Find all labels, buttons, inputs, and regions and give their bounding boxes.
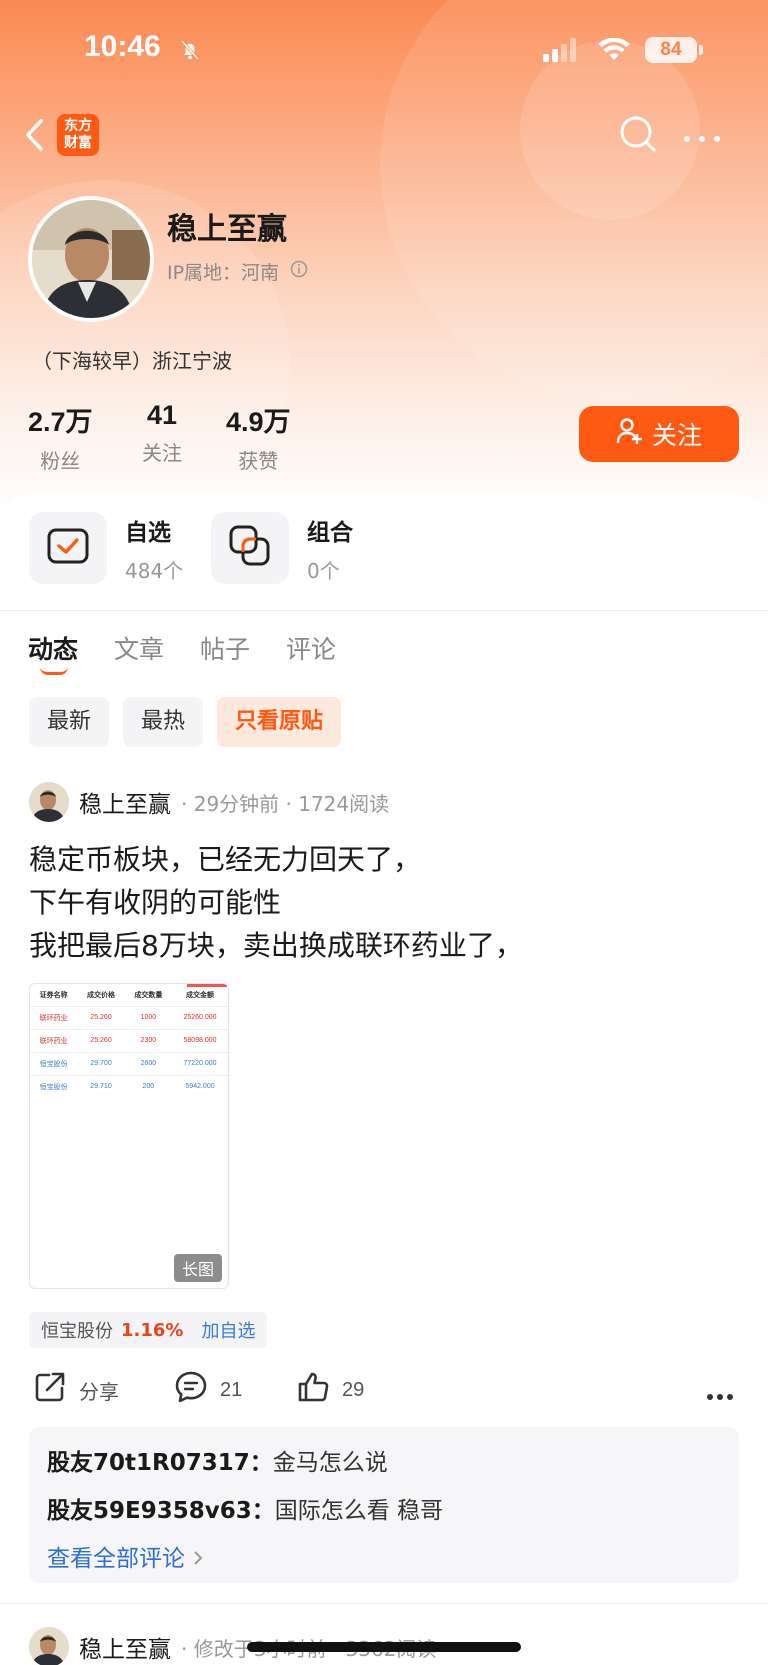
see-all-comments-link[interactable]: 查看全部评论 <box>47 1539 204 1573</box>
filter-chips: 最新 最热 只看原贴 <box>29 697 342 747</box>
table-row: 恒宝股份 29.700 2600 77220.000 <box>30 1051 228 1075</box>
avatar[interactable] <box>29 782 69 822</box>
post-divider <box>0 1603 768 1604</box>
comment-preview-box[interactable]: 股友70t1R07317：金马怎么说 股友59E9358v63：国际怎么看 稳哥… <box>29 1427 739 1583</box>
avatar[interactable] <box>29 1627 69 1665</box>
table-row: 恒宝股份 29.710 200 5942.000 <box>30 1074 228 1098</box>
add-to-watchlist-link[interactable]: 加自选 <box>201 1317 255 1343</box>
profile-bio: （下海较早）浙江宁波 <box>32 349 232 373</box>
search-icon[interactable] <box>618 114 658 158</box>
top-nav: 东方 财富 <box>0 104 768 164</box>
chevron-right-icon <box>192 1546 204 1572</box>
tab-articles[interactable]: 文章 <box>114 630 164 666</box>
post-actions: 分享 21 29 <box>0 1370 768 1410</box>
filter-latest[interactable]: 最新 <box>29 697 110 747</box>
back-arrow-icon[interactable] <box>24 118 46 156</box>
post-author[interactable]: 稳上至赢 <box>79 1630 171 1664</box>
table-row: 联环药业 25.260 2300 58098.000 <box>30 1028 228 1052</box>
section-divider <box>0 610 768 611</box>
thumbs-up-icon <box>296 1370 330 1410</box>
follow-button[interactable]: 关注 <box>579 406 739 462</box>
share-button[interactable]: 分享 <box>33 1370 119 1410</box>
trade-record-table: 证券名称 成交价格 成交数量 成交金额 联环药业 25.260 1000 25260.… <box>30 984 228 1098</box>
follow-button-label: 关注 <box>651 421 702 450</box>
filter-hottest[interactable]: 最热 <box>123 697 204 747</box>
comment-button[interactable]: 21 <box>174 1370 242 1410</box>
watchlist-portfolio[interactable]: 组合 0个 <box>211 512 353 584</box>
long-image-badge: 长图 <box>173 1254 222 1282</box>
comment-item: 股友59E9358v63：国际怎么看 稳哥 <box>47 1498 444 1524</box>
info-icon[interactable] <box>290 260 308 282</box>
stat-likes: 4.9万 获赞 <box>226 407 291 473</box>
post-header: 稳上至赢 · 29分钟前 · 1724阅读 <box>29 782 389 822</box>
post-meta: · 29分钟前 · 1724阅读 <box>181 791 390 816</box>
like-button[interactable]: 29 <box>296 1370 364 1410</box>
profile-avatar[interactable] <box>28 196 154 322</box>
ip-location: IP属地：河南 <box>167 262 280 284</box>
status-time: 10:46 <box>84 30 161 63</box>
stat-following[interactable]: 41 关注 <box>142 400 182 466</box>
battery-tip <box>699 45 703 55</box>
status-bar: 10:46 84 <box>0 0 768 100</box>
add-user-icon <box>616 417 644 451</box>
stock-tag[interactable]: 恒宝股份 1.16% 加自选 <box>29 1312 268 1348</box>
home-indicator[interactable] <box>247 1642 521 1652</box>
watchlist-self-select[interactable]: 自选 484个 <box>29 512 183 584</box>
active-tab-indicator <box>40 667 68 675</box>
post-image-thumbnail[interactable]: 证券名称 成交价格 成交数量 成交金额 联环药业 25.260 1000 25260.… <box>29 983 229 1289</box>
share-icon <box>33 1370 67 1410</box>
app-logo: 东方 财富 <box>57 114 99 156</box>
cellular-signal-icon <box>543 38 579 66</box>
post-content[interactable]: 稳定币板块，已经无力回天了， 下午有收阴的可能性 我把最后8万块，卖出换成联环药… <box>29 838 523 967</box>
comment-item: 股友70t1R07317：金马怎么说 <box>47 1450 388 1476</box>
post-more-icon[interactable] <box>706 1386 734 1405</box>
post-author[interactable]: 稳上至赢 <box>79 785 171 819</box>
stock-change: 1.16% <box>121 1319 184 1341</box>
comment-icon <box>174 1370 208 1410</box>
filter-original-only[interactable]: 只看原贴 <box>217 697 342 747</box>
tab-comments[interactable]: 评论 <box>286 630 336 666</box>
bell-muted-icon <box>178 38 202 66</box>
wifi-icon <box>598 37 630 66</box>
content-tabs: 动态 文章 帖子 评论 <box>28 630 336 675</box>
profile-username: 稳上至赢 <box>167 212 287 247</box>
stat-followers[interactable]: 2.7万 粉丝 <box>28 400 93 474</box>
stock-name: 恒宝股份 <box>41 1321 113 1342</box>
table-row: 联环药业 25.260 1000 25260.000 <box>30 1005 228 1029</box>
tab-activity[interactable]: 动态 <box>28 630 78 675</box>
portfolio-icon <box>228 524 272 572</box>
battery-indicator: 84 <box>645 37 697 63</box>
more-options-icon[interactable] <box>682 129 722 148</box>
checkbox-icon <box>46 526 90 570</box>
tab-posts[interactable]: 帖子 <box>200 630 250 666</box>
